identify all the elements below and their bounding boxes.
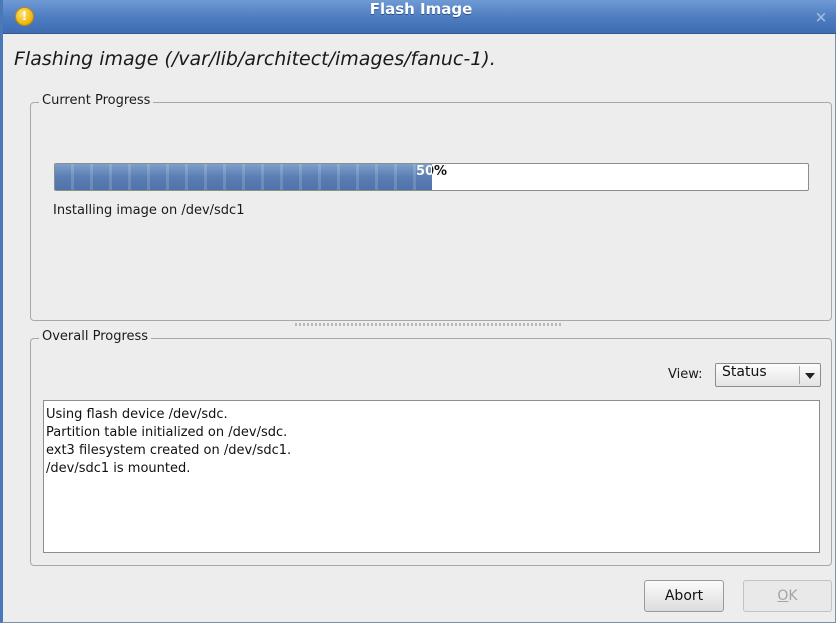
log-line: Using flash device /dev/sdc. (46, 407, 228, 422)
current-status-text: Installing image on /dev/sdc1 (53, 203, 245, 218)
flash-image-dialog: Flash Image × Flashing image (/var/lib/a… (0, 0, 836, 623)
ok-mnemonic: O (777, 588, 789, 604)
log-line: Partition table initialized on /dev/sdc. (46, 425, 288, 440)
view-select[interactable]: Status (715, 363, 821, 387)
title-bar[interactable]: Flash Image × (3, 0, 836, 34)
view-select-value: Status (722, 364, 767, 380)
log-line: /dev/sdc1 is mounted. (46, 461, 191, 476)
current-progress-frame: Current Progress 50% 50% Installing imag… (30, 93, 832, 321)
current-progress-label: Current Progress (39, 93, 154, 108)
view-select-divider (799, 366, 800, 384)
chevron-down-icon (805, 373, 815, 379)
status-log[interactable]: Using flash device /dev/sdc. Partition ta… (43, 400, 820, 553)
pane-resize-handle[interactable] (295, 323, 563, 326)
abort-button[interactable]: Abort (644, 580, 724, 612)
window-title: Flash Image (369, 0, 473, 18)
close-icon[interactable]: × (813, 9, 829, 25)
ok-label-rest: K (788, 588, 798, 604)
page-title: Flashing image (/var/lib/architect/image… (14, 48, 496, 70)
overall-progress-frame: Overall Progress View: Status Using flas… (30, 329, 832, 566)
ok-button[interactable]: OK (743, 580, 832, 612)
overall-progress-label: Overall Progress (39, 329, 152, 344)
view-label: View: (668, 367, 703, 382)
progress-text-overlay: 50% (55, 164, 432, 190)
log-line: ext3 filesystem created on /dev/sdc1. (46, 443, 292, 458)
progress-text-inverted: 50% (415, 164, 432, 179)
current-progress-bar: 50% 50% (54, 163, 809, 191)
